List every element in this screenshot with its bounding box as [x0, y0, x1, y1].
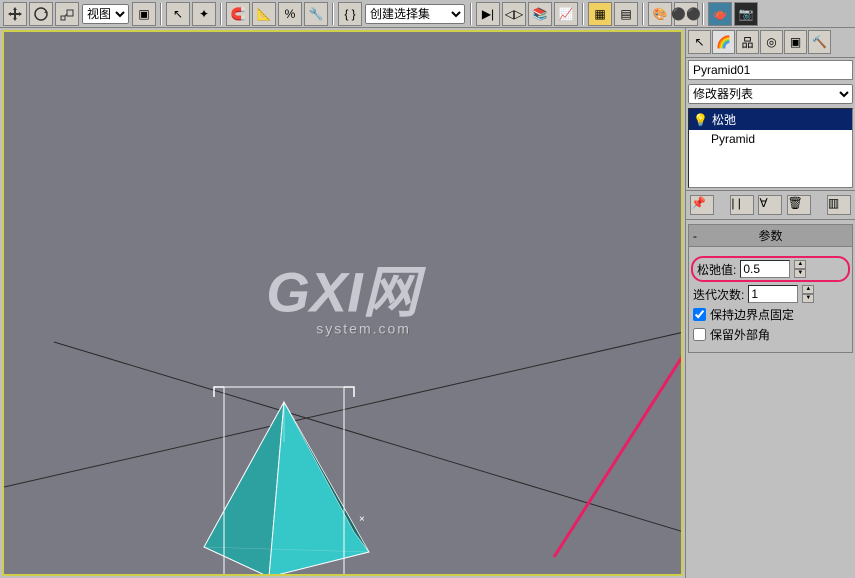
- show-end-result[interactable]: | |: [730, 195, 754, 215]
- keep-boundary-checkbox[interactable]: [693, 308, 706, 321]
- iterations-spinner-down[interactable]: ▼: [802, 294, 814, 303]
- keep-boundary-row: 保持边界点固定: [693, 306, 848, 323]
- object-name-input[interactable]: [688, 60, 853, 80]
- schematic-view[interactable]: ▦: [588, 2, 612, 26]
- percent-snap[interactable]: %: [278, 2, 302, 26]
- relax-label: 松弛值:: [697, 261, 736, 278]
- utilities-tab[interactable]: 🔨: [808, 30, 831, 54]
- main-toolbar: 视图 ▣ ↖ ✦ 🧲 📐 % 🔧 { } 创建选择集 ▶| ◁▷ 📚 📈 ▦ ▤…: [0, 0, 855, 28]
- render-scene[interactable]: ⚫⚫: [674, 2, 698, 26]
- pyramid-object[interactable]: ×: [154, 382, 414, 576]
- view-coordinate-select[interactable]: 视图: [82, 4, 129, 24]
- annotation-arrow-line: [554, 307, 681, 557]
- spinner-snap[interactable]: 🔧: [304, 2, 328, 26]
- perspective-viewport[interactable]: × GXI网 system.com: [2, 30, 683, 576]
- modifier-stack[interactable]: 💡 松弛 Pyramid: [688, 108, 853, 188]
- command-panel: ↖ 🌈 品 ◎ ▣ 🔨 修改器列表 💡 松弛 Pyramid 📌: [685, 28, 855, 578]
- select-tool[interactable]: ↖: [166, 2, 190, 26]
- curve-editor[interactable]: 📈: [554, 2, 578, 26]
- parameters-rollout: - 参数 松弛值: ▲ ▼ 迭代次数: ▲ ▼: [688, 224, 853, 353]
- collapse-icon: -: [693, 229, 697, 243]
- relax-value-row: 松弛值: ▲ ▼: [691, 256, 850, 282]
- edit-named-selections[interactable]: { }: [338, 2, 362, 26]
- save-outer-row: 保留外部角: [693, 326, 848, 343]
- relax-value-input[interactable]: [740, 260, 790, 278]
- modify-tab[interactable]: 🌈: [712, 30, 735, 54]
- rollout-header[interactable]: - 参数: [689, 225, 852, 247]
- iterations-label: 迭代次数:: [693, 286, 744, 303]
- iterations-input[interactable]: [748, 285, 798, 303]
- relax-spinner-up[interactable]: ▲: [794, 260, 806, 269]
- center-pivot-button[interactable]: ▣: [132, 2, 156, 26]
- create-tab[interactable]: ↖: [688, 30, 711, 54]
- make-unique[interactable]: ∀: [758, 195, 782, 215]
- angle-snap[interactable]: 📐: [252, 2, 276, 26]
- mirror-button[interactable]: ▶|: [476, 2, 500, 26]
- remove-modifier[interactable]: 🗑: [787, 195, 811, 215]
- named-selection-dropdown[interactable]: 创建选择集: [365, 4, 465, 24]
- move-tool[interactable]: [3, 2, 27, 26]
- lightbulb-icon: 💡: [693, 113, 708, 127]
- svg-text:×: ×: [359, 514, 365, 525]
- modifier-list-dropdown[interactable]: 修改器列表: [688, 84, 853, 104]
- layer-manager[interactable]: 📚: [528, 2, 552, 26]
- align-button[interactable]: ◁▷: [502, 2, 526, 26]
- save-outer-label: 保留外部角: [710, 326, 770, 343]
- display-tab[interactable]: ▣: [784, 30, 807, 54]
- scale-tool[interactable]: [55, 2, 79, 26]
- pin-stack-button[interactable]: 📌: [690, 195, 714, 215]
- rotate-tool[interactable]: [29, 2, 53, 26]
- quick-render[interactable]: 🫖: [708, 2, 732, 26]
- modifier-item-relax[interactable]: 💡 松弛: [689, 109, 852, 130]
- render-button[interactable]: 📷: [734, 2, 758, 26]
- configure-sets[interactable]: ▥: [827, 195, 851, 215]
- snap-toggle[interactable]: 🧲: [226, 2, 250, 26]
- relax-spinner-down[interactable]: ▼: [794, 269, 806, 278]
- command-panel-tabs: ↖ 🌈 品 ◎ ▣ 🔨: [686, 28, 855, 58]
- motion-tab[interactable]: ◎: [760, 30, 783, 54]
- iterations-row: 迭代次数: ▲ ▼: [693, 285, 848, 303]
- keep-boundary-label: 保持边界点固定: [710, 306, 794, 323]
- iterations-spinner-up[interactable]: ▲: [802, 285, 814, 294]
- manipulate-tool[interactable]: ✦: [192, 2, 216, 26]
- rollout-title: 参数: [758, 227, 782, 244]
- modifier-item-base[interactable]: Pyramid: [689, 130, 852, 148]
- save-outer-checkbox[interactable]: [693, 328, 706, 341]
- material-editor[interactable]: ▤: [614, 2, 638, 26]
- render-setup[interactable]: 🎨: [648, 2, 672, 26]
- hierarchy-tab[interactable]: 品: [736, 30, 759, 54]
- modifier-stack-toolbar: 📌 | | ∀ 🗑 ▥: [686, 190, 855, 220]
